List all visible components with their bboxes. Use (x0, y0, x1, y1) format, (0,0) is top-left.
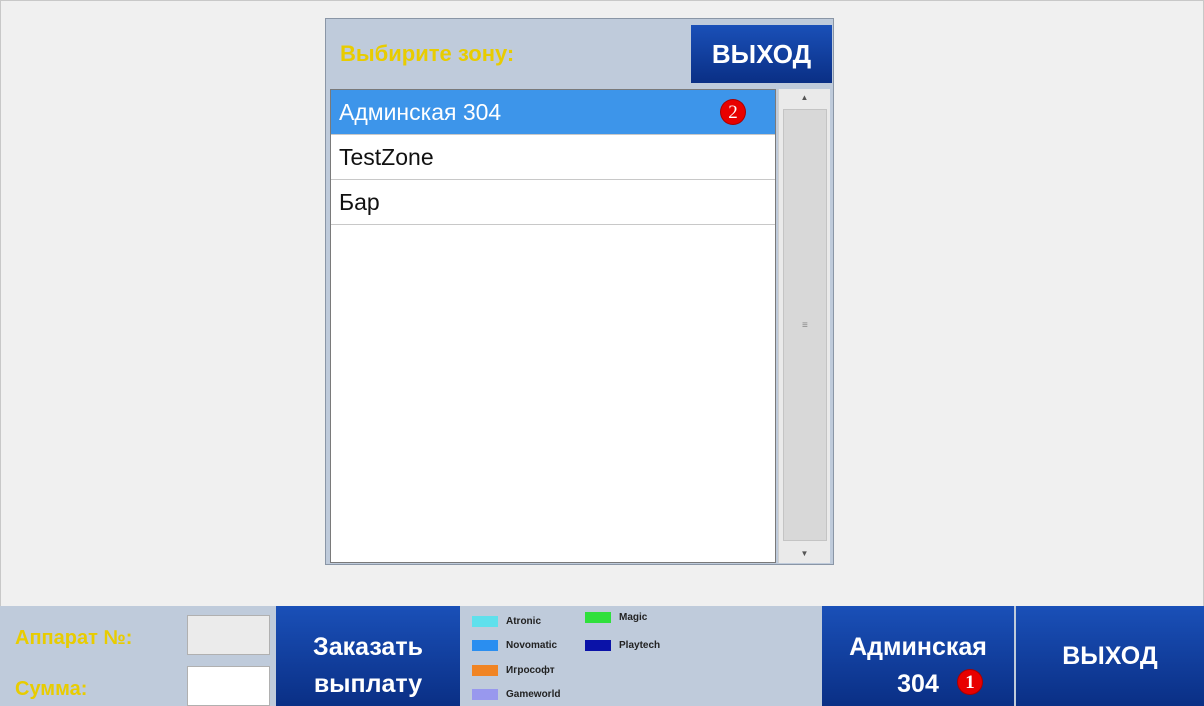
zone-item-adminskaya-304[interactable]: Админская 304 2 (331, 90, 775, 135)
legend-item-igrosoft: Игрософт (472, 665, 555, 676)
legend-label: Игрософт (506, 665, 555, 676)
legend-item-gameworld: Gameworld (472, 689, 560, 700)
dialog-exit-button[interactable]: ВЫХОД (691, 25, 832, 83)
legend-item-magic: Magic (585, 612, 647, 623)
grip-icon: ≡ (802, 320, 808, 331)
scroll-thumb[interactable]: ≡ (783, 109, 827, 541)
machine-number-input[interactable] (187, 615, 270, 655)
zone-item-bar[interactable]: Бар (331, 180, 775, 225)
zone-line1: Админская (849, 632, 987, 661)
legend-item-playtech: Playtech (585, 640, 660, 651)
current-zone-button[interactable]: Админская 304 1 (822, 606, 1014, 706)
callout-badge-2: 2 (721, 100, 745, 124)
legend-label: Playtech (619, 640, 661, 651)
legend-swatch (472, 616, 498, 627)
legend-swatch (472, 665, 498, 676)
scroll-down-icon[interactable]: ▼ (779, 545, 830, 563)
zone-line2: 304 (897, 669, 939, 698)
bottom-toolbar: Аппарат №: Сумма: Заказать выплату Atron… (0, 606, 1204, 706)
zone-item-label: TestZone (339, 144, 434, 170)
machine-number-label: Аппарат №: (15, 627, 133, 649)
order-payout-line1: Заказать (313, 632, 423, 661)
scroll-up-icon[interactable]: ▲ (779, 89, 830, 107)
legend-label: Atronic (506, 616, 541, 627)
legend-label: Novomatic (506, 640, 558, 651)
zone-list[interactable]: Админская 304 2 TestZone Бар (330, 89, 776, 563)
legend-swatch (472, 640, 498, 651)
main-exit-button[interactable]: ВЫХОД (1016, 606, 1204, 706)
legend-label: Gameworld (506, 689, 561, 700)
callout-badge-1: 1 (958, 670, 982, 694)
sum-input[interactable] (187, 666, 270, 706)
zone-item-label: Бар (339, 189, 380, 215)
legend-label: Magic (619, 612, 648, 623)
order-payout-button[interactable]: Заказать выплату (276, 606, 460, 706)
dialog-title: Выбирите зону: (340, 41, 515, 66)
legend-item-novomatic: Novomatic (472, 640, 557, 651)
zone-item-testzone[interactable]: TestZone (331, 135, 775, 180)
order-payout-line2: выплату (313, 669, 423, 698)
legend-swatch (585, 612, 611, 623)
zone-select-dialog: Выбирите зону: ВЫХОД Админская 304 2 Tes… (325, 18, 834, 565)
legend-swatch (585, 640, 611, 651)
legend-item-atronic: Atronic (472, 616, 541, 627)
zone-item-label: Админская 304 (339, 99, 502, 125)
zone-list-scrollbar[interactable]: ▲ ≡ ▼ (778, 89, 830, 563)
legend-swatch (472, 689, 498, 700)
provider-legend: Atronic Magic Novomatic Playtech Игрософ… (470, 609, 800, 706)
sum-label: Сумма: (15, 678, 88, 700)
